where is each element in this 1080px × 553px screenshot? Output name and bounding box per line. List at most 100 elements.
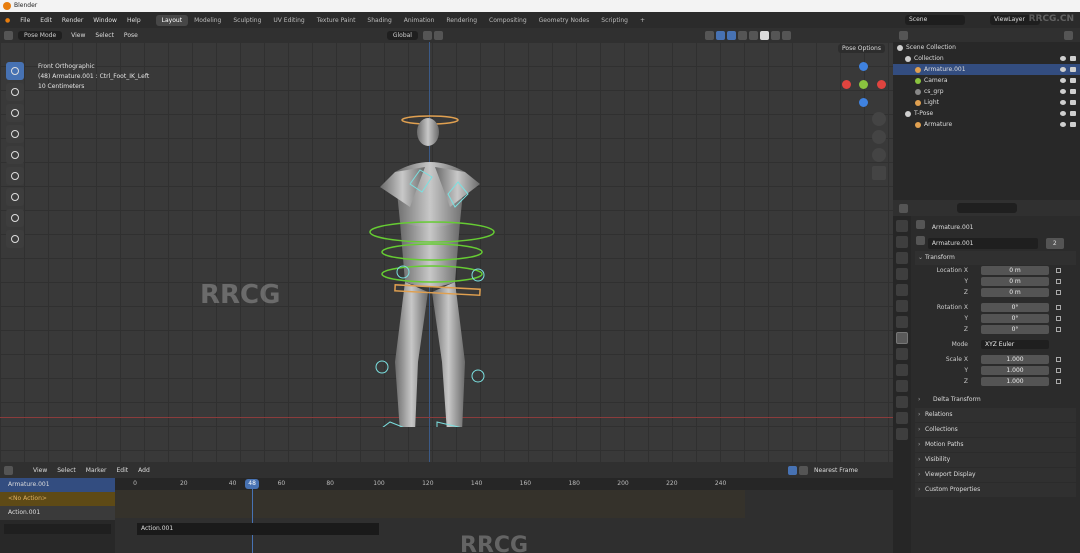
render-camera-icon[interactable] xyxy=(1070,100,1076,105)
3d-viewport[interactable]: Front Orthographic (48) Armature.001 : C… xyxy=(0,42,893,462)
overlay-toggle-icon[interactable] xyxy=(726,30,736,40)
outliner-row-light[interactable]: Light xyxy=(893,97,1080,108)
editor-type-icon[interactable] xyxy=(4,30,13,40)
scene-tab-icon[interactable] xyxy=(896,284,908,296)
gizmo-z-neg-icon[interactable] xyxy=(859,98,868,107)
snap-toggle-icon[interactable] xyxy=(788,465,798,475)
channel-search-field[interactable] xyxy=(4,524,111,534)
lock-icon[interactable] xyxy=(1056,305,1061,310)
viewport-menu-view[interactable]: View xyxy=(66,32,90,39)
gizmo-x-icon[interactable] xyxy=(877,80,886,89)
rotation-y-field[interactable]: 0° xyxy=(981,314,1049,323)
world-tab-icon[interactable] xyxy=(896,300,908,312)
transform-orientation-dropdown[interactable]: Global xyxy=(386,30,418,40)
pose-options-dropdown[interactable]: Pose Options xyxy=(838,44,885,53)
bone-tab-icon[interactable] xyxy=(896,412,908,424)
object-tab-icon[interactable] xyxy=(896,332,908,344)
workspace-tab-texture-paint[interactable]: Texture Paint xyxy=(311,15,362,26)
collections-section[interactable]: Collections xyxy=(915,423,1076,437)
playhead-line[interactable] xyxy=(252,489,254,553)
workspace-tab-uv-editing[interactable]: UV Editing xyxy=(267,15,310,26)
zoom-icon[interactable] xyxy=(872,112,886,126)
visibility-eye-icon[interactable] xyxy=(1060,78,1066,83)
relax-pose-tool-icon[interactable] xyxy=(6,230,24,248)
rotation-z-field[interactable]: 0° xyxy=(981,325,1049,334)
menu-window[interactable]: Window xyxy=(88,17,122,24)
shading-solid-icon[interactable] xyxy=(759,30,769,40)
outliner-row-collection[interactable]: Collection xyxy=(893,53,1080,64)
channel-action-001[interactable]: Action.001 xyxy=(0,506,115,520)
workspace-tab-shading[interactable]: Shading xyxy=(361,15,397,26)
motion-paths-section[interactable]: Motion Paths xyxy=(915,438,1076,452)
channel-armature-001[interactable]: Armature.001 xyxy=(0,478,115,492)
measure-tool-icon[interactable] xyxy=(6,209,24,227)
workspace-tab-rendering[interactable]: Rendering xyxy=(440,15,483,26)
menu-help[interactable]: Help xyxy=(122,17,146,24)
gizmo-x-neg-icon[interactable] xyxy=(842,80,851,89)
pan-hand-icon[interactable] xyxy=(872,130,886,144)
modifier-tab-icon[interactable] xyxy=(896,348,908,360)
snap-mode-dropdown[interactable]: Nearest Frame xyxy=(809,467,863,474)
viewport-menu-select[interactable]: Select xyxy=(90,32,119,39)
location-y-field[interactable]: 0 m xyxy=(981,277,1049,286)
timeline-menu-view[interactable]: View xyxy=(28,467,52,474)
lock-icon[interactable] xyxy=(1056,327,1061,332)
visibility-eye-icon[interactable] xyxy=(1060,122,1066,127)
lock-icon[interactable] xyxy=(1056,379,1061,384)
timeline-editor-type-icon[interactable] xyxy=(4,465,13,475)
select-tool-icon[interactable] xyxy=(6,62,24,80)
timeline-menu-add[interactable]: Add xyxy=(133,467,155,474)
lock-icon[interactable] xyxy=(1056,279,1061,284)
snap-icon[interactable] xyxy=(433,30,443,40)
render-camera-icon[interactable] xyxy=(1070,89,1076,94)
scale-x-field[interactable]: 1.000 xyxy=(981,355,1049,364)
visibility-eye-icon[interactable] xyxy=(1060,56,1066,61)
mode-dropdown[interactable]: Pose Mode xyxy=(18,30,63,40)
workspace-tab-sculpting[interactable]: Sculpting xyxy=(227,15,267,26)
outliner-row-t-pose[interactable]: T-Pose xyxy=(893,108,1080,119)
outliner-row-cs-grp[interactable]: cs_grp xyxy=(893,86,1080,97)
delta-transform-section[interactable]: Delta Transform xyxy=(915,393,1076,407)
bone-constraints-tab-icon[interactable] xyxy=(896,428,908,440)
ortho-grid-icon[interactable] xyxy=(872,166,886,180)
timeline-menu-select[interactable]: Select xyxy=(52,467,81,474)
menu-file[interactable]: File xyxy=(15,17,35,24)
visibility-eye-icon[interactable] xyxy=(1060,67,1066,72)
lock-icon[interactable] xyxy=(1056,357,1061,362)
workspace-tab-geometry-nodes[interactable]: Geometry Nodes xyxy=(533,15,596,26)
visibility-eye-icon[interactable] xyxy=(1060,89,1066,94)
output-tab-icon[interactable] xyxy=(896,252,908,264)
transform-tool-icon[interactable] xyxy=(6,167,24,185)
menu-edit[interactable]: Edit xyxy=(35,17,57,24)
viewport-menu-pose[interactable]: Pose xyxy=(119,32,143,39)
action-strip[interactable]: Action.001 xyxy=(137,523,379,535)
cursor-tool-icon[interactable] xyxy=(6,83,24,101)
properties-search-input[interactable] xyxy=(957,203,1017,213)
scale-tool-icon[interactable] xyxy=(6,146,24,164)
visibility-eye-icon[interactable] xyxy=(1060,100,1066,105)
render-camera-icon[interactable] xyxy=(1070,78,1076,83)
scale-z-field[interactable]: 1.000 xyxy=(981,377,1049,386)
timeline-area[interactable]: 0 20 40 60 80 100 120 140 160 180 200 220 240 48 Act… xyxy=(115,478,893,553)
location-z-field[interactable]: 0 m xyxy=(981,288,1049,297)
outliner-filter-icon[interactable] xyxy=(1064,31,1073,40)
rotate-tool-icon[interactable] xyxy=(6,125,24,143)
lock-icon[interactable] xyxy=(1056,268,1061,273)
shading-material-icon[interactable] xyxy=(770,30,780,40)
gizmo-z-icon[interactable] xyxy=(859,62,868,71)
visibility-section[interactable]: Visibility xyxy=(915,453,1076,467)
rotation-x-field[interactable]: 0° xyxy=(981,303,1049,312)
relations-section[interactable]: Relations xyxy=(915,408,1076,422)
move-tool-icon[interactable] xyxy=(6,104,24,122)
timeline-menu-edit[interactable]: Edit xyxy=(112,467,134,474)
workspace-tab-compositing[interactable]: Compositing xyxy=(483,15,533,26)
gizmo-y-icon[interactable] xyxy=(859,80,868,89)
tool-tab-icon[interactable] xyxy=(896,220,908,232)
gizmo-toggle-icon[interactable] xyxy=(715,30,725,40)
current-frame-indicator[interactable]: 48 xyxy=(245,479,260,489)
menu-render[interactable]: Render xyxy=(57,17,88,24)
constraints-tab-icon[interactable] xyxy=(896,380,908,392)
armature-data-tab-icon[interactable] xyxy=(896,396,908,408)
physics-tab-icon[interactable] xyxy=(896,364,908,376)
rotation-mode-dropdown[interactable]: XYZ Euler xyxy=(981,340,1049,349)
